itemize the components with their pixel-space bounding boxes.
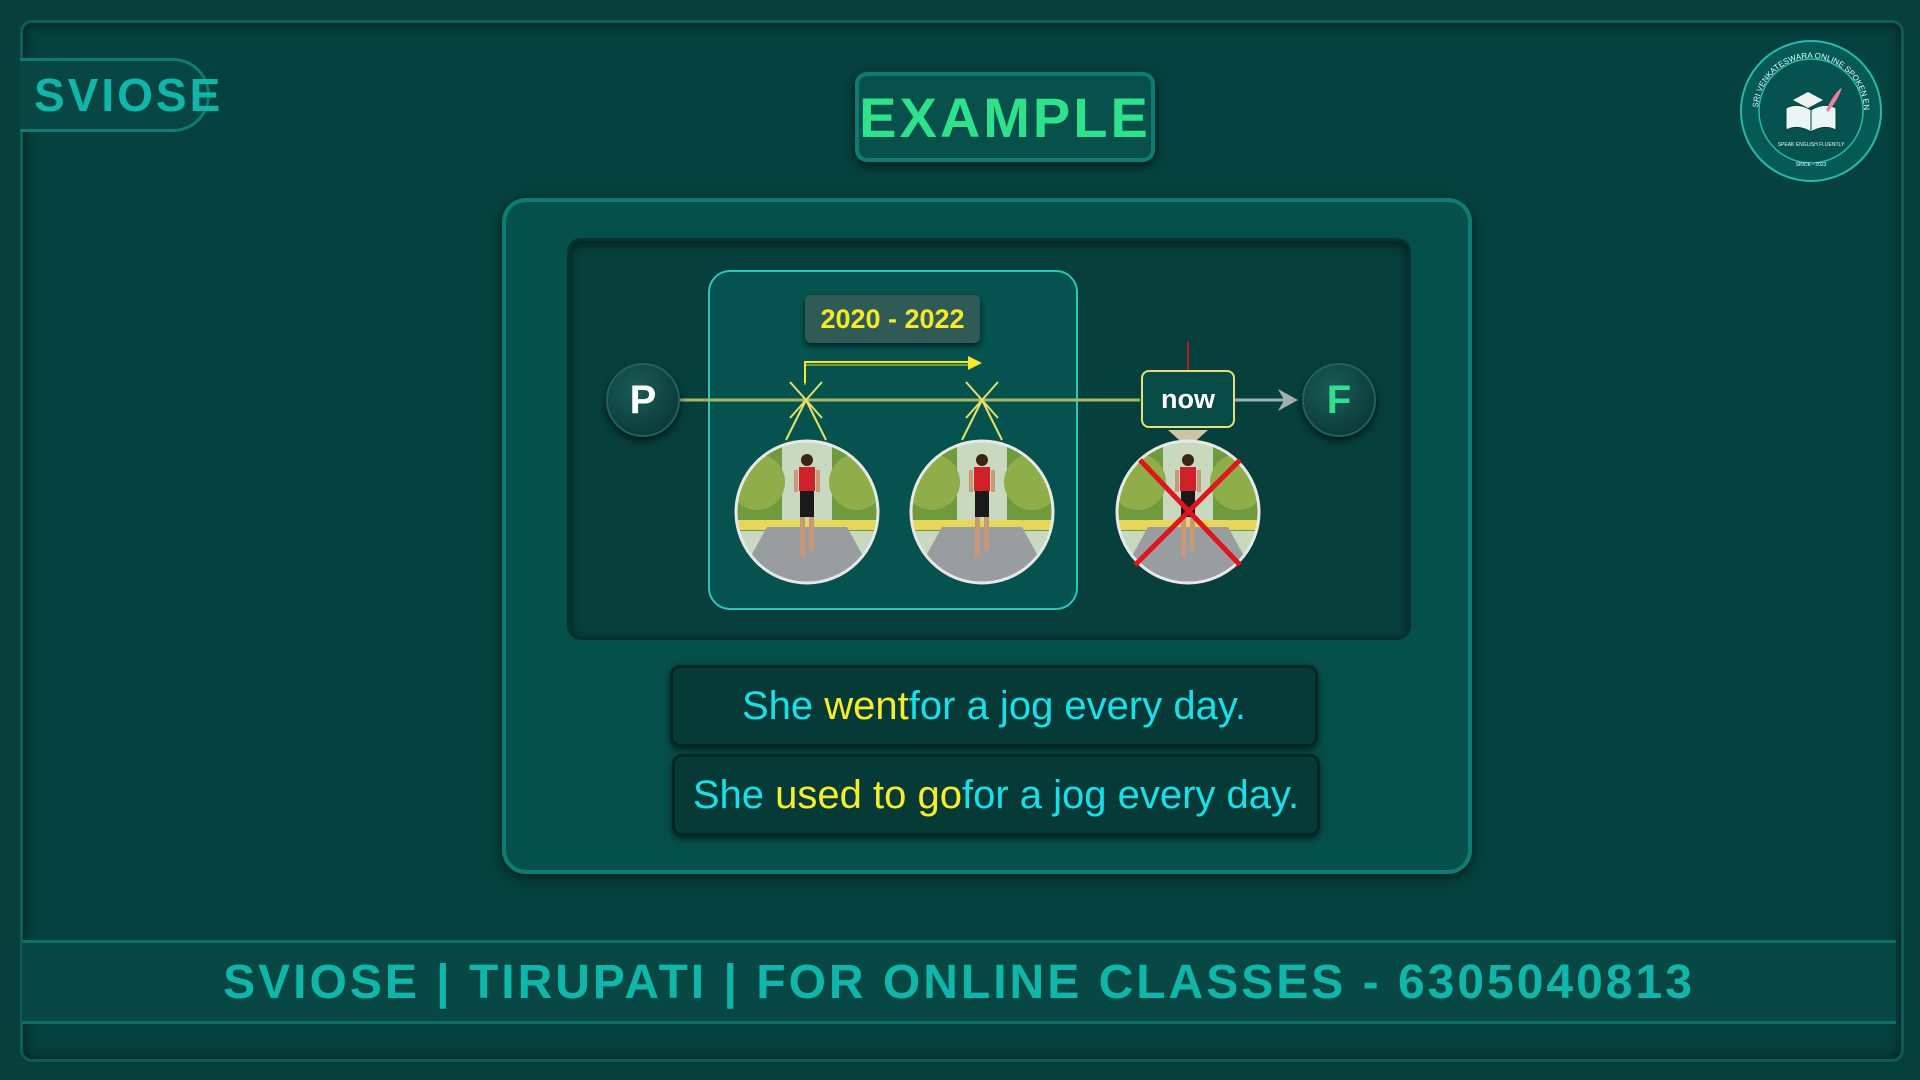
footer-banner: SVIOSE | TIRUPATI | FOR ONLINE CLASSES -… xyxy=(22,940,1896,1024)
sentence-1-start: She xyxy=(741,683,814,728)
timeline-graphics xyxy=(680,342,1298,585)
example-sentence-1: She went for a jog every day. xyxy=(670,665,1318,747)
example-sentence-2: She used to go for a jog every day. xyxy=(672,754,1320,836)
event-marker-1 xyxy=(785,381,827,441)
sentence-2-start: She xyxy=(692,772,764,817)
jogger-photo-2 xyxy=(911,441,1053,583)
duration-arrowhead-icon xyxy=(968,356,982,370)
now-label-text: now xyxy=(1161,383,1215,414)
future-node-label: F xyxy=(1326,377,1352,422)
past-node: P xyxy=(606,363,680,437)
event-marker-2 xyxy=(961,381,1003,441)
date-range-label: 2020 - 2022 xyxy=(805,295,980,343)
future-node: F xyxy=(1302,363,1376,437)
sentence-2-verb: used to go xyxy=(775,772,962,817)
now-label: now xyxy=(1141,370,1235,428)
date-range-text: 2020 - 2022 xyxy=(820,303,965,334)
past-node-label: P xyxy=(629,377,657,422)
sentence-1-verb: went xyxy=(824,683,909,728)
jogger-photo-1 xyxy=(736,441,878,583)
sentence-1-end: for a jog every day. xyxy=(908,683,1246,728)
footer-text: SVIOSE | TIRUPATI | FOR ONLINE CLASSES -… xyxy=(223,955,1695,1009)
sentence-2-end: for a jog every day. xyxy=(961,772,1300,817)
